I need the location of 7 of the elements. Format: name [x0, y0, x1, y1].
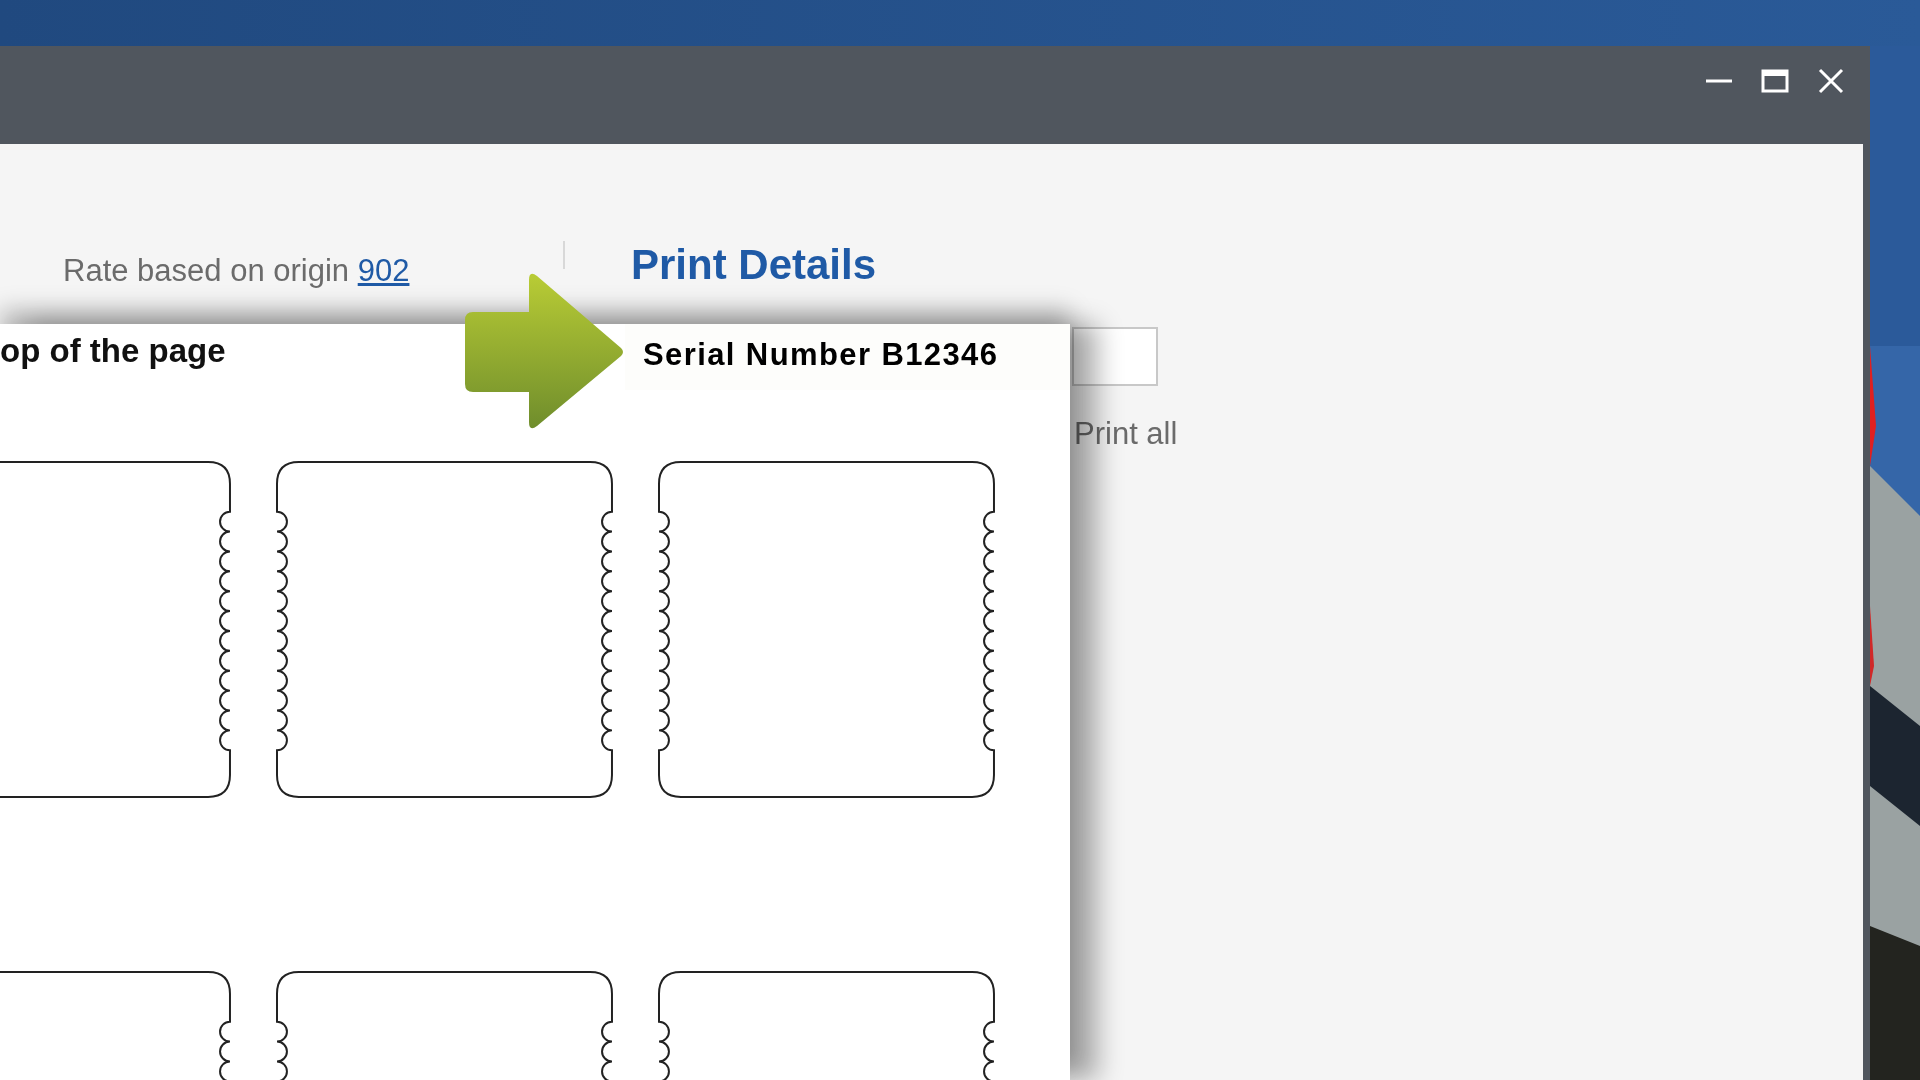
print-all-option[interactable]: Print all: [1074, 416, 1178, 452]
rate-text: Rate based on origin 902: [63, 253, 411, 289]
section-heading: Print Details: [631, 241, 877, 289]
origin-link[interactable]: 902: [357, 253, 410, 288]
input-field[interactable]: [1072, 327, 1158, 386]
page-heading: op of the page: [0, 331, 227, 371]
serial-label: Serial Number B12346: [625, 324, 1070, 390]
